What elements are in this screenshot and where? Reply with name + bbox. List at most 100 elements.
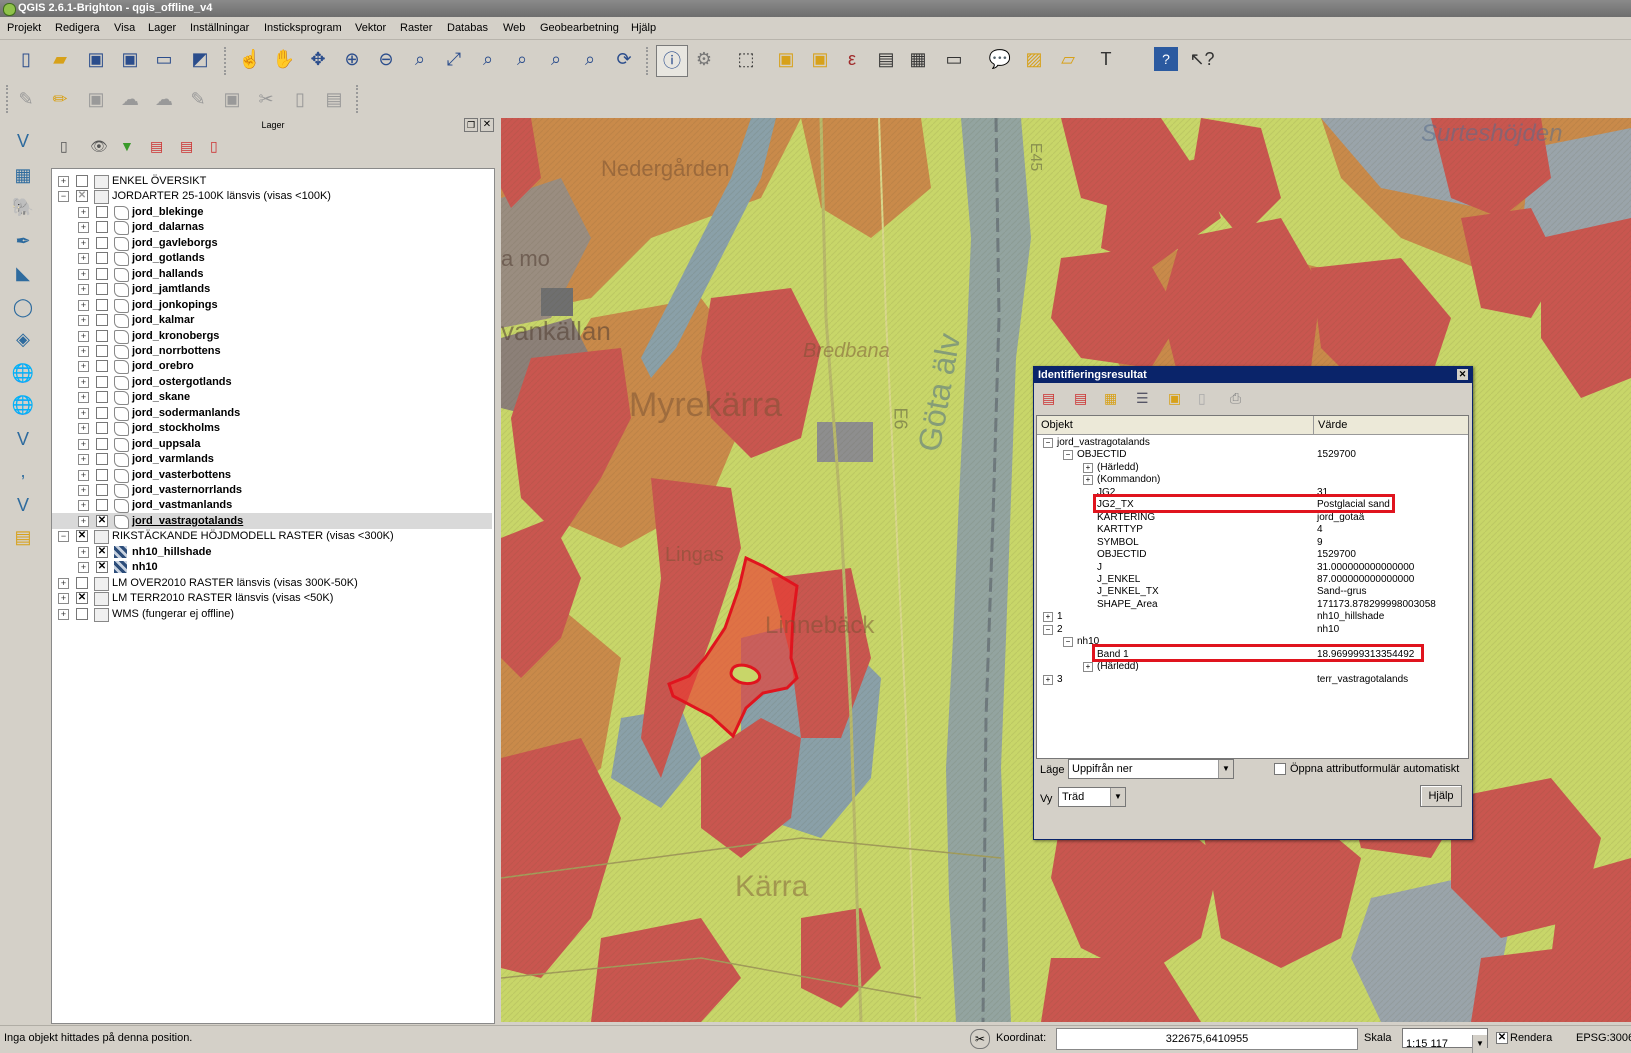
zoom-out-icon[interactable]: ⊖ (374, 47, 398, 71)
expand-icon[interactable]: + (58, 577, 69, 589)
auto-open-form-checkbox[interactable] (1274, 763, 1286, 775)
zoom-layer-icon[interactable]: ⌕ (510, 47, 534, 71)
expand-icon[interactable]: + (78, 500, 89, 512)
expand-icon[interactable]: + (78, 253, 89, 265)
layer-row[interactable]: + jord_sodermanlands (52, 405, 492, 421)
open-project-icon[interactable]: ▰ (48, 47, 72, 71)
paste-icon[interactable]: ▤ (322, 87, 346, 111)
add-raster-layer-icon[interactable]: ▦ (10, 162, 36, 188)
layer-visibility-checkbox[interactable]: ✕ (96, 514, 108, 527)
select-features-icon[interactable]: ⬚ (734, 47, 758, 71)
layer-group-row[interactable]: + ✕ LM TERR2010 RASTER länsvis (visas <50K… (52, 590, 492, 607)
remove-layer-icon[interactable]: ▯ (210, 138, 230, 158)
new-shapefile-icon[interactable]: V (10, 492, 36, 518)
result-row[interactable]: +3 terr_vastragotalands (1037, 673, 1465, 686)
text-annotation-icon[interactable]: T (1094, 47, 1118, 71)
expand-icon[interactable]: + (78, 345, 89, 357)
result-row[interactable]: J_ENKEL_TX Sand--grus (1037, 585, 1465, 598)
composer-manager-icon[interactable]: ◩ (188, 47, 212, 71)
layer-visibility-checkbox[interactable] (96, 205, 108, 218)
layer-visibility-checkbox[interactable] (76, 576, 88, 589)
float-panel-icon[interactable]: ❐ (464, 118, 478, 132)
move-feature-icon[interactable]: ☁ (152, 87, 176, 111)
zoom-selection-icon[interactable]: ⌕ (476, 47, 500, 71)
dialog-title-bar[interactable]: Identifieringsresultat ✕ (1034, 367, 1472, 383)
new-spatialite-icon[interactable]: ▤ (10, 524, 36, 550)
select-expression-icon[interactable]: ▣ (808, 47, 832, 71)
copy-feature-icon[interactable]: ▯ (1198, 387, 1220, 409)
new-bookmark-icon[interactable]: ▨ (1022, 47, 1046, 71)
add-postgis-layer-icon[interactable]: 🐘 (10, 194, 36, 220)
field-calculator-icon[interactable]: ▦ (906, 47, 930, 71)
add-wfs-layer-icon[interactable]: V (10, 426, 36, 452)
manage-visibility-icon[interactable]: 👁 (90, 138, 110, 158)
zoom-last-icon[interactable]: ⌕ (544, 47, 568, 71)
layer-visibility-checkbox[interactable] (96, 406, 108, 419)
cut-icon[interactable]: ✂ (254, 87, 278, 111)
layer-visibility-checkbox[interactable] (96, 468, 108, 481)
menu-insticksprogram[interactable]: Insticksprogram (264, 22, 342, 34)
layer-row[interactable]: + jord_blekinge (52, 204, 492, 220)
result-row[interactable]: SHAPE_Area 171173.878299998003058 (1037, 598, 1465, 611)
identify-results-dialog[interactable]: Identifieringsresultat ✕ ▤ ▤ ▦ ☰ ▣ ▯ ⎙ O… (1033, 366, 1473, 840)
scale-select[interactable]: 1:15 117 ▼ (1402, 1028, 1488, 1053)
layer-row[interactable]: + ✕ jord_vastragotalands (52, 512, 492, 529)
layer-visibility-checkbox[interactable] (76, 607, 88, 620)
expand-icon[interactable]: + (78, 299, 89, 311)
layer-group-row[interactable]: + LM OVER2010 RASTER länsvis (visas 300K-… (52, 575, 492, 591)
layer-row[interactable]: + jord_vasternorrlands (52, 482, 492, 498)
result-row[interactable]: KARTTYP 4 (1037, 523, 1465, 536)
result-row[interactable]: + (Kommandon) (1037, 473, 1465, 486)
layer-visibility-checkbox[interactable] (96, 484, 108, 496)
add-vector-layer-icon[interactable]: V (10, 128, 36, 154)
expand-icon[interactable]: + (78, 237, 89, 249)
collapse-icon[interactable]: − (1043, 438, 1053, 448)
layer-visibility-checkbox[interactable] (96, 298, 108, 311)
zoom-in-icon[interactable]: ⊕ (340, 47, 364, 71)
expand-icon[interactable]: + (1043, 612, 1053, 623)
expand-icon[interactable]: + (58, 608, 69, 620)
pan-icon[interactable]: ✋ (272, 47, 296, 71)
layer-row[interactable]: + jord_vastmanlands (52, 497, 492, 514)
layer-visibility-checkbox[interactable]: ✕ (76, 190, 88, 203)
layer-visibility-checkbox[interactable] (96, 422, 108, 435)
layer-visibility-checkbox[interactable] (96, 499, 108, 512)
measure-icon[interactable]: ▭ (942, 47, 966, 71)
expand-icon[interactable]: + (78, 361, 89, 373)
zoom-next-icon[interactable]: ⌕ (578, 47, 602, 71)
menu-databas[interactable]: Databas (447, 22, 488, 34)
zoom-full-icon[interactable]: ⤢ (442, 47, 466, 71)
expand-icon[interactable]: + (78, 206, 89, 218)
layer-visibility-checkbox[interactable] (96, 314, 108, 327)
delete-selected-icon[interactable]: ▣ (220, 87, 244, 111)
expand-icon[interactable]: + (78, 330, 89, 342)
expand-icon[interactable]: + (78, 284, 89, 296)
expand-icon[interactable]: + (1083, 475, 1093, 486)
expand-icon[interactable]: + (78, 469, 89, 481)
copy-icon[interactable]: ▯ (288, 87, 312, 111)
expand-icon[interactable]: + (78, 222, 89, 234)
add-mssql-layer-icon[interactable]: ◣ (10, 260, 36, 286)
layer-row[interactable]: + jord_gotlands (52, 250, 492, 267)
add-wms-layer-icon[interactable]: 🌐 (10, 360, 36, 386)
result-row[interactable]: SYMBOL 9 (1037, 536, 1465, 549)
result-row[interactable]: OBJECTID 1529700 (1037, 548, 1465, 561)
column-header-value[interactable]: Värde (1318, 419, 1347, 431)
save-as-icon[interactable]: ▣ (118, 47, 142, 71)
result-row[interactable]: −2 nh10 (1037, 623, 1465, 636)
menu-vektor[interactable]: Vektor (355, 22, 386, 34)
expand-icon[interactable]: + (78, 515, 89, 527)
expand-all-icon[interactable]: ▤ (150, 138, 170, 158)
result-row[interactable]: − jord_vastragotalands (1037, 436, 1465, 449)
pan-to-selection-icon[interactable]: ✥ (306, 47, 330, 71)
result-row[interactable]: +1 nh10_hillshade (1037, 610, 1465, 623)
expand-icon[interactable]: + (1043, 674, 1053, 685)
layer-visibility-checkbox[interactable] (96, 267, 108, 280)
new-project-icon[interactable]: ▯ (14, 47, 38, 71)
layer-row[interactable]: + jord_hallands (52, 266, 492, 282)
collapse-icon[interactable]: − (1063, 450, 1073, 461)
result-row[interactable]: + (Härledd) (1037, 660, 1465, 673)
layer-visibility-checkbox[interactable] (96, 329, 108, 342)
collapse-icon[interactable]: − (1043, 624, 1053, 635)
print-composer-icon[interactable]: ▭ (152, 47, 176, 71)
